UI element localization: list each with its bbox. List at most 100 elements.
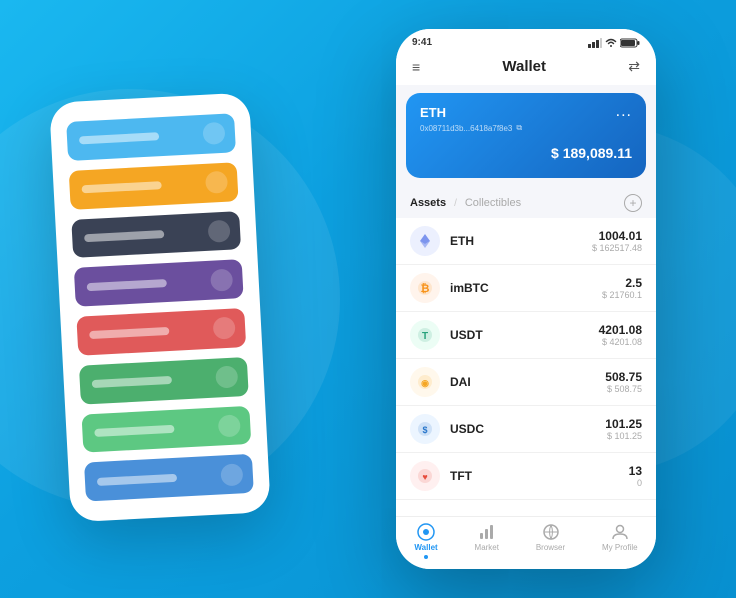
browser-nav-icon xyxy=(542,523,560,541)
btc-coin-icon: ₿ xyxy=(410,273,440,303)
wallet-card-label-4 xyxy=(87,279,167,291)
assets-tabs: Assets / Collectibles xyxy=(410,197,521,209)
wallet-nav-icon xyxy=(417,523,435,541)
imbtc-name: imBTC xyxy=(450,281,602,295)
wallet-card-7[interactable] xyxy=(81,405,251,452)
eth-name: ETH xyxy=(450,234,592,248)
wallet-card-label-3 xyxy=(84,230,164,242)
svg-text:♥: ♥ xyxy=(422,472,427,482)
usdc-usd: $ 101.25 xyxy=(605,431,642,441)
asset-list: ETH 1004.01 $ 162517.48 ₿ imBTC 2.5 $ 21… xyxy=(396,218,656,516)
dai-coin-icon: ◉ xyxy=(410,367,440,397)
wallet-card-icon-2 xyxy=(205,171,228,194)
wallet-card-1[interactable] xyxy=(66,113,236,160)
nav-wallet-label: Wallet xyxy=(414,543,437,552)
asset-item-usdc[interactable]: $ USDC 101.25 $ 101.25 xyxy=(396,406,656,453)
asset-item-eth[interactable]: ETH 1004.01 $ 162517.48 xyxy=(396,218,656,265)
wallet-card-8[interactable] xyxy=(84,454,254,501)
tft-values: 13 0 xyxy=(629,464,642,488)
asset-item-tft[interactable]: ♥ TFT 13 0 xyxy=(396,453,656,500)
profile-nav-icon xyxy=(611,523,629,541)
wallet-card-2[interactable] xyxy=(69,162,239,209)
phone-header: ≡ Wallet ⇄ xyxy=(396,52,656,85)
usdt-usd: $ 4201.08 xyxy=(599,337,642,347)
dai-amount: 508.75 xyxy=(605,370,642,384)
usdc-coin-icon: $ xyxy=(410,414,440,444)
wallet-card-icon-5 xyxy=(213,317,236,340)
wallet-card-5[interactable] xyxy=(76,308,246,355)
nav-market[interactable]: Market xyxy=(475,523,499,559)
nav-browser[interactable]: Browser xyxy=(536,523,565,559)
assets-header: Assets / Collectibles + xyxy=(396,186,656,218)
wallet-card-label-1 xyxy=(79,133,159,145)
status-bar: 9:41 xyxy=(396,29,656,52)
dai-name: DAI xyxy=(450,375,605,389)
asset-item-usdt[interactable]: T USDT 4201.08 $ 4201.08 xyxy=(396,312,656,359)
wallet-card-label-6 xyxy=(92,376,172,388)
imbtc-values: 2.5 $ 21760.1 xyxy=(602,276,642,300)
eth-card-top: ETH ... xyxy=(420,103,632,121)
nav-wallet[interactable]: Wallet xyxy=(414,523,437,559)
wallet-card-icon-4 xyxy=(210,268,233,291)
wallet-card-label-8 xyxy=(97,473,177,485)
nav-browser-label: Browser xyxy=(536,543,565,552)
dai-usd: $ 508.75 xyxy=(605,384,642,394)
asset-item-imbtc[interactable]: ₿ imBTC 2.5 $ 21760.1 xyxy=(396,265,656,312)
market-nav-icon xyxy=(478,523,496,541)
wallet-card-icon-3 xyxy=(208,220,231,243)
tab-collectibles[interactable]: Collectibles xyxy=(465,197,521,209)
imbtc-usd: $ 21760.1 xyxy=(602,290,642,300)
tft-usd: 0 xyxy=(629,478,642,488)
nav-profile[interactable]: My Profile xyxy=(602,523,638,559)
wallet-card-3[interactable] xyxy=(71,211,241,258)
tab-assets[interactable]: Assets xyxy=(410,197,446,209)
add-asset-button[interactable]: + xyxy=(624,194,642,212)
usdt-name: USDT xyxy=(450,328,599,342)
wallet-card-icon-8 xyxy=(220,463,243,486)
eth-card-menu[interactable]: ... xyxy=(616,103,632,121)
status-time: 9:41 xyxy=(412,37,432,48)
status-icons xyxy=(588,38,640,48)
usdc-values: 101.25 $ 101.25 xyxy=(605,417,642,441)
wallet-card-label-7 xyxy=(94,425,174,437)
svg-text:◉: ◉ xyxy=(421,378,429,388)
svg-text:₿: ₿ xyxy=(421,283,430,295)
asset-item-dai[interactable]: ◉ DAI 508.75 $ 508.75 xyxy=(396,359,656,406)
tft-name: TFT xyxy=(450,469,629,483)
bottom-nav: Wallet Market Browser My Profil xyxy=(396,516,656,569)
wallet-card-icon-6 xyxy=(215,366,238,389)
eth-usd: $ 162517.48 xyxy=(592,243,642,253)
eth-card[interactable]: ETH ... 0x08711d3b...6418a7f8e3 ⧉ $ 189,… xyxy=(406,93,646,178)
nav-active-indicator xyxy=(424,555,428,559)
svg-text:T: T xyxy=(422,331,428,342)
usdt-values: 4201.08 $ 4201.08 xyxy=(599,323,642,347)
wallet-card-icon-1 xyxy=(202,122,225,145)
nav-market-label: Market xyxy=(475,543,499,552)
refresh-icon[interactable]: ⇄ xyxy=(628,58,640,75)
eth-coin-icon xyxy=(410,226,440,256)
signal-icon xyxy=(588,38,602,48)
battery-icon xyxy=(620,38,640,48)
tft-coin-icon: ♥ xyxy=(410,461,440,491)
tab-divider: / xyxy=(454,198,457,209)
menu-icon[interactable]: ≡ xyxy=(412,59,420,75)
usdc-name: USDC xyxy=(450,422,605,436)
eth-card-name: ETH xyxy=(420,105,446,120)
usdc-amount: 101.25 xyxy=(605,417,642,431)
usdt-amount: 4201.08 xyxy=(599,323,642,337)
dai-values: 508.75 $ 508.75 xyxy=(605,370,642,394)
phone-back xyxy=(49,92,271,522)
wallet-card-6[interactable] xyxy=(79,357,249,404)
tft-amount: 13 xyxy=(629,464,642,478)
phone-front: 9:41 ≡ Wallet ⇄ xyxy=(396,29,656,569)
wifi-icon xyxy=(605,38,617,48)
wallet-card-icon-7 xyxy=(218,414,241,437)
eth-values: 1004.01 $ 162517.48 xyxy=(592,229,642,253)
nav-profile-label: My Profile xyxy=(602,543,638,552)
header-title: Wallet xyxy=(502,58,546,75)
wallet-card-label-5 xyxy=(89,327,169,339)
imbtc-amount: 2.5 xyxy=(602,276,642,290)
eth-card-amount: $ 189,089.11 xyxy=(420,141,632,164)
svg-text:$: $ xyxy=(422,425,427,435)
wallet-card-4[interactable] xyxy=(74,259,244,306)
